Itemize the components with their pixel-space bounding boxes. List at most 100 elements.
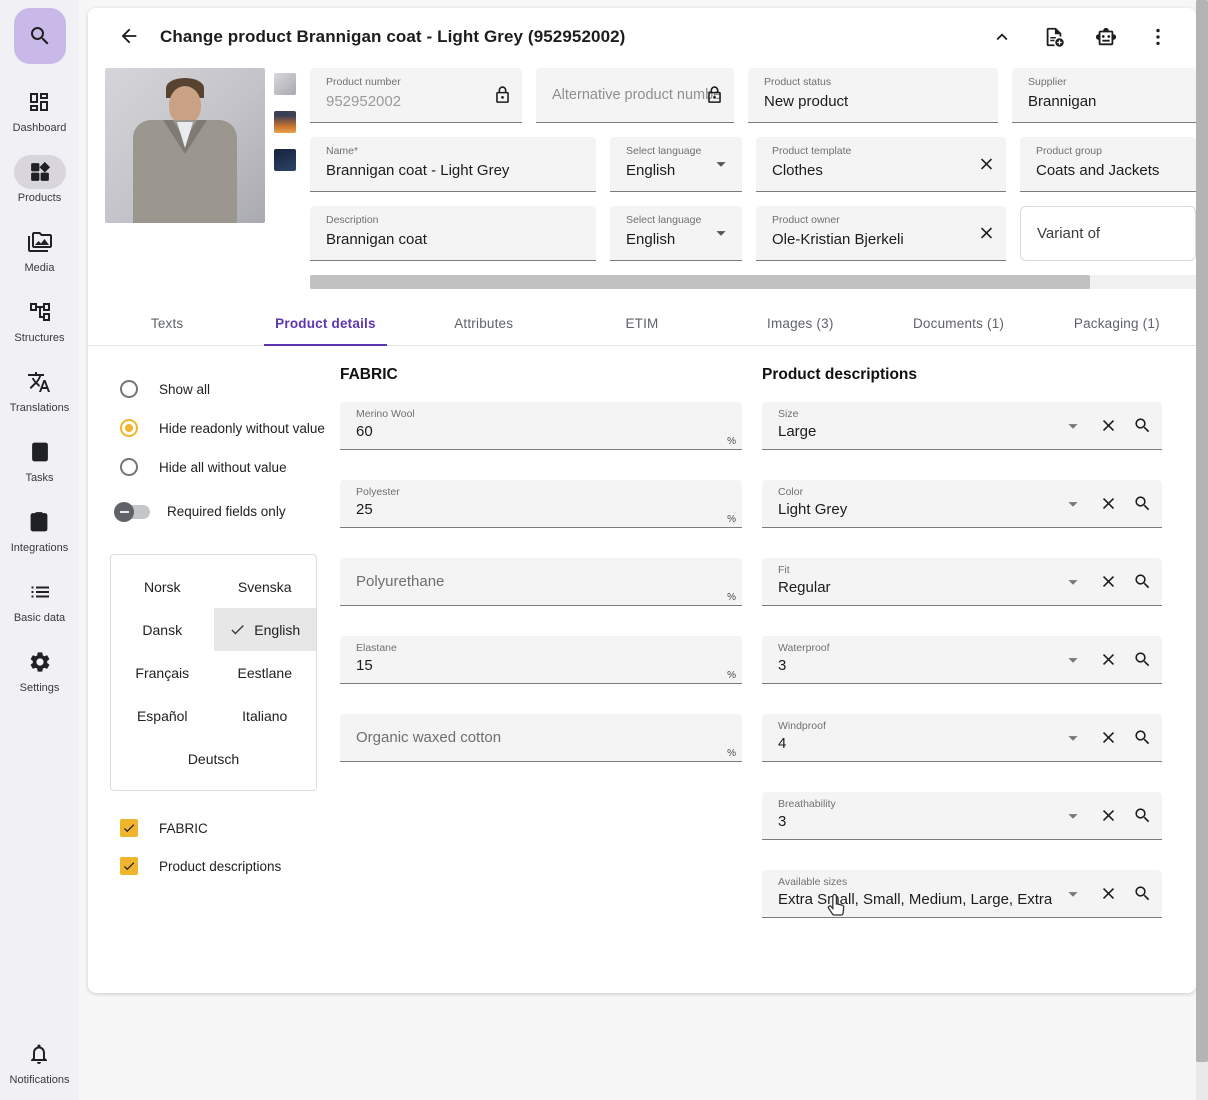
language-option-eestlane[interactable]: Eestlane xyxy=(214,651,317,694)
sidebar-item-media[interactable]: Media xyxy=(14,225,66,274)
photo-thumbnail-2[interactable] xyxy=(274,111,296,133)
fabric-field-organic-waxed-cotton[interactable]: Organic waxed cotton % xyxy=(340,714,742,762)
search-button[interactable] xyxy=(13,8,66,64)
language-option-deutsch[interactable]: Deutsch xyxy=(111,737,316,780)
name-language-select[interactable]: Select language English xyxy=(610,137,742,192)
search-icon[interactable] xyxy=(1133,884,1152,903)
language-option-espanol[interactable]: Español xyxy=(111,694,214,737)
description-field[interactable]: Description Brannigan coat xyxy=(310,206,596,261)
chevron-down-icon[interactable] xyxy=(1062,571,1084,593)
tab-packaging[interactable]: Packaging (1) xyxy=(1038,301,1196,345)
clear-icon[interactable] xyxy=(977,155,996,174)
description-field-color[interactable]: Color Light Grey xyxy=(762,480,1162,528)
language-option-norsk[interactable]: Norsk xyxy=(111,565,214,608)
fabric-field-polyurethane[interactable]: Polyurethane % xyxy=(340,558,742,606)
checkbox-checked-icon xyxy=(120,857,138,875)
alt-product-number-field[interactable]: Alternative product number xyxy=(536,68,734,123)
chevron-down-icon[interactable] xyxy=(1062,649,1084,671)
radio-hide-all-without-value[interactable]: Hide all without value xyxy=(110,458,328,476)
language-option-francais[interactable]: Français xyxy=(111,651,214,694)
clear-icon[interactable] xyxy=(1099,572,1118,591)
collapse-button[interactable] xyxy=(990,25,1014,49)
photo-thumbnail-1[interactable] xyxy=(274,73,296,95)
clear-icon[interactable] xyxy=(1099,650,1118,669)
description-field-windproof[interactable]: Windproof 4 xyxy=(762,714,1162,762)
horizontal-scrollbar-thumb[interactable] xyxy=(310,275,1090,289)
chevron-down-icon[interactable] xyxy=(1062,727,1084,749)
tab-texts[interactable]: Texts xyxy=(88,301,246,345)
tab-label: Documents (1) xyxy=(912,315,1005,331)
sidebar-item-integrations[interactable]: Integrations xyxy=(11,505,68,554)
product-status-field[interactable]: Product status New product xyxy=(748,68,998,123)
back-button[interactable] xyxy=(118,25,142,49)
fabric-field-elastane[interactable]: Elastane 15 % xyxy=(340,636,742,684)
language-option-svenska[interactable]: Svenska xyxy=(214,565,317,608)
language-option-italiano[interactable]: Italiano xyxy=(214,694,317,737)
clear-icon[interactable] xyxy=(1099,728,1118,747)
active-tab-underline xyxy=(264,344,387,346)
radio-label: Show all xyxy=(159,381,211,397)
search-icon[interactable] xyxy=(1133,806,1152,825)
description-field-available-sizes[interactable]: Available sizes Extra Small, Small, Medi… xyxy=(762,870,1162,918)
chevron-down-icon[interactable] xyxy=(1062,883,1084,905)
language-option-dansk[interactable]: Dansk xyxy=(111,608,214,651)
fabric-field-merino-wool[interactable]: Merino Wool 60 % xyxy=(340,402,742,450)
search-icon[interactable] xyxy=(1133,416,1152,435)
sidebar-item-settings[interactable]: Settings xyxy=(14,645,66,694)
clear-icon[interactable] xyxy=(1099,884,1118,903)
search-icon[interactable] xyxy=(1133,650,1152,669)
section-checkbox-fabric[interactable]: FABRIC xyxy=(110,819,328,837)
product-number-field[interactable]: Product number 952952002 xyxy=(310,68,522,123)
chevron-down-icon[interactable] xyxy=(1062,415,1084,437)
tab-product-details[interactable]: Product details xyxy=(246,301,404,346)
supplier-field[interactable]: Supplier Brannigan xyxy=(1012,68,1196,123)
product-group-field[interactable]: Product group Coats and Jackets xyxy=(1020,137,1196,192)
search-icon[interactable] xyxy=(1133,494,1152,513)
photo-thumbnail-3[interactable] xyxy=(274,149,296,171)
chevron-down-icon[interactable] xyxy=(1062,805,1084,827)
vertical-scrollbar[interactable] xyxy=(1196,0,1208,1100)
description-language-select[interactable]: Select language English xyxy=(610,206,742,261)
sidebar-item-translations[interactable]: Translations xyxy=(10,365,69,414)
sidebar-item-dashboard[interactable]: Dashboard xyxy=(13,85,66,134)
product-photo[interactable] xyxy=(105,68,265,223)
chevron-down-icon[interactable] xyxy=(1062,493,1084,515)
section-checkbox-product-descriptions[interactable]: Product descriptions xyxy=(110,857,328,875)
sidebar-item-products[interactable]: Products xyxy=(13,155,66,204)
search-icon[interactable] xyxy=(1133,572,1152,591)
tab-attributes[interactable]: Attributes xyxy=(405,301,563,345)
vertical-scrollbar-thumb[interactable] xyxy=(1196,0,1208,1062)
add-note-button[interactable] xyxy=(1042,25,1066,49)
language-option-english[interactable]: English xyxy=(213,608,316,651)
sidebar-item-tasks[interactable]: Tasks xyxy=(14,435,66,484)
tab-etim[interactable]: ETIM xyxy=(563,301,721,345)
variant-of-field[interactable]: Variant of xyxy=(1020,206,1196,261)
product-owner-field[interactable]: Product owner Ole-Kristian Bjerkeli xyxy=(756,206,1006,261)
radio-show-all[interactable]: Show all xyxy=(110,380,328,398)
horizontal-scrollbar[interactable] xyxy=(310,275,1196,289)
required-fields-toggle[interactable]: Required fields only xyxy=(110,501,328,522)
clear-icon[interactable] xyxy=(1099,416,1118,435)
more-menu-button[interactable] xyxy=(1146,25,1170,49)
assistant-button[interactable] xyxy=(1094,25,1118,49)
tab-documents[interactable]: Documents (1) xyxy=(879,301,1037,345)
field-value: 3 xyxy=(778,813,787,830)
search-icon[interactable] xyxy=(1133,728,1152,747)
clear-icon[interactable] xyxy=(1099,494,1118,513)
description-field-fit[interactable]: Fit Regular xyxy=(762,558,1162,606)
tab-images[interactable]: Images (3) xyxy=(721,301,879,345)
sidebar-item-notifications[interactable]: Notifications xyxy=(10,1037,69,1086)
fabric-field-polyester[interactable]: Polyester 25 % xyxy=(340,480,742,528)
sidebar-item-structures[interactable]: Structures xyxy=(14,295,66,344)
clear-icon[interactable] xyxy=(1099,806,1118,825)
description-field-waterproof[interactable]: Waterproof 3 xyxy=(762,636,1162,684)
description-field-size[interactable]: Size Large xyxy=(762,402,1162,450)
clear-icon[interactable] xyxy=(977,224,996,243)
field-value: New product xyxy=(764,93,849,110)
product-template-field[interactable]: Product template Clothes xyxy=(756,137,1006,192)
name-field[interactable]: Name* Brannigan coat - Light Grey xyxy=(310,137,596,192)
radio-hide-readonly-without-value[interactable]: Hide readonly without value xyxy=(110,419,328,437)
header-actions xyxy=(990,25,1170,49)
sidebar-item-basic-data[interactable]: Basic data xyxy=(14,575,66,624)
description-field-breathability[interactable]: Breathability 3 xyxy=(762,792,1162,840)
